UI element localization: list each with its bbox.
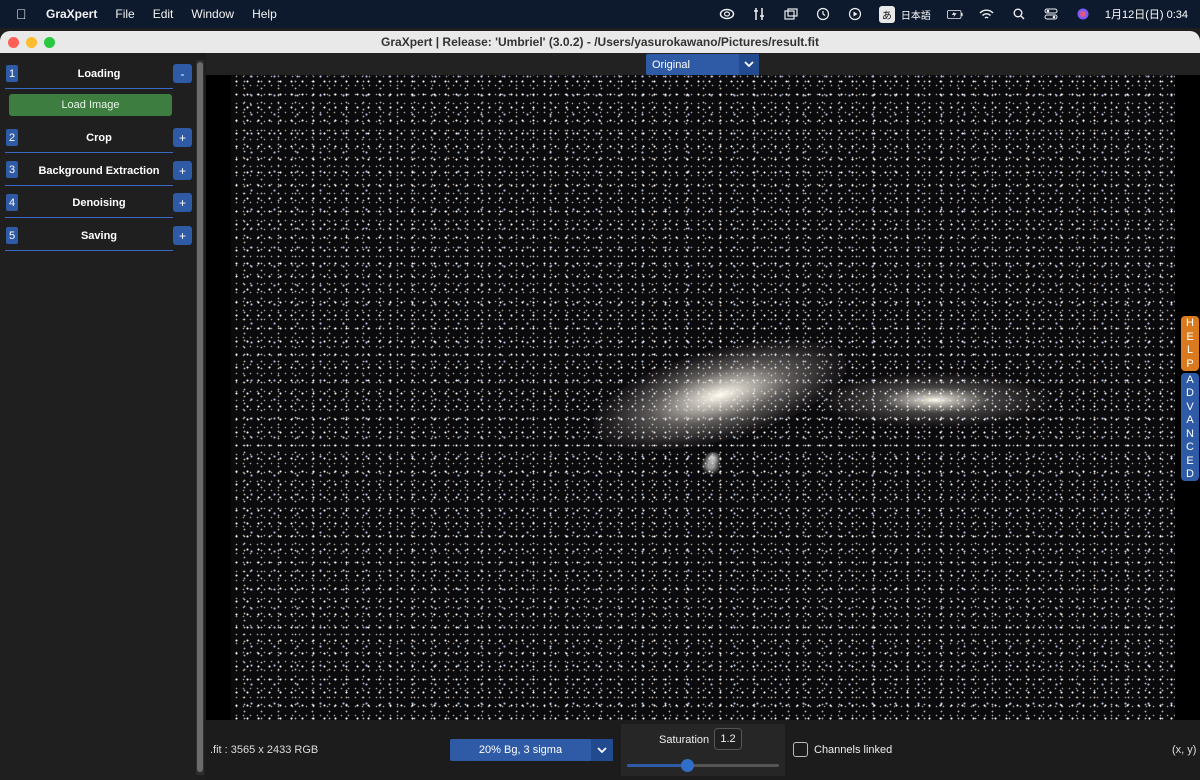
section-number: 2 bbox=[6, 129, 18, 146]
collapse-loading-button[interactable]: - bbox=[173, 64, 192, 83]
section-number: 5 bbox=[6, 227, 18, 244]
menu-edit[interactable]: Edit bbox=[153, 7, 174, 21]
zoom-window-button[interactable] bbox=[44, 37, 55, 48]
tab-letter: E bbox=[1186, 330, 1194, 343]
expand-denoising-button[interactable]: + bbox=[173, 193, 192, 212]
saturation-value[interactable]: 1.2 bbox=[714, 728, 742, 750]
window-controls bbox=[8, 37, 62, 48]
tab-letter: L bbox=[1186, 344, 1194, 357]
saturation-panel bbox=[621, 724, 785, 776]
chevron-down-icon[interactable] bbox=[739, 54, 759, 75]
file-info: .fit : 3565 x 2433 RGB bbox=[210, 744, 319, 756]
status-area: あ 日本語 1月12日(日) 0:34 bbox=[703, 5, 1188, 23]
section-title[interactable]: Loading bbox=[24, 68, 174, 80]
menu-help[interactable]: Help bbox=[252, 7, 277, 21]
channels-linked-label[interactable]: Channels linked bbox=[814, 744, 892, 756]
expand-saving-button[interactable]: + bbox=[173, 226, 192, 245]
section-title[interactable]: Denoising bbox=[24, 197, 174, 209]
section-number: 1 bbox=[6, 65, 18, 82]
tab-letter: V bbox=[1186, 400, 1194, 413]
section-divider bbox=[5, 88, 173, 89]
display-mode-select[interactable]: Original bbox=[646, 54, 759, 75]
sidebar bbox=[0, 53, 196, 780]
time-machine-icon[interactable] bbox=[815, 7, 831, 21]
section-divider bbox=[5, 152, 173, 153]
siri-icon[interactable] bbox=[1075, 7, 1091, 21]
advanced-tab[interactable]: ADVANCED bbox=[1181, 373, 1199, 481]
section-title[interactable]: Saving bbox=[24, 230, 174, 242]
stretch-select[interactable]: 20% Bg, 3 sigma bbox=[450, 739, 613, 761]
menubar:  GraXpert File Edit Window Help あ 日本語 bbox=[0, 0, 1200, 28]
minimize-window-button[interactable] bbox=[26, 37, 37, 48]
stretch-value: 20% Bg, 3 sigma bbox=[478, 744, 563, 756]
section-title[interactable]: Background Extraction bbox=[24, 165, 174, 177]
wifi-icon[interactable] bbox=[979, 7, 995, 21]
tools-icon[interactable] bbox=[751, 7, 767, 21]
expand-crop-button[interactable]: + bbox=[173, 128, 192, 147]
tab-letter: H bbox=[1186, 316, 1194, 329]
tab-letter: E bbox=[1186, 454, 1194, 467]
menu-file[interactable]: File bbox=[115, 7, 134, 21]
apple-icon[interactable]:  bbox=[16, 6, 32, 22]
control-center-icon[interactable] bbox=[1043, 7, 1059, 21]
close-window-button[interactable] bbox=[8, 37, 19, 48]
help-tab[interactable]: HELP bbox=[1181, 316, 1199, 371]
play-icon[interactable] bbox=[847, 7, 863, 21]
window-title: GraXpert | Release: 'Umbriel' (3.0.2) - … bbox=[381, 35, 819, 49]
clock[interactable]: 1月12日(日) 0:34 bbox=[1105, 6, 1188, 22]
tab-letter: N bbox=[1186, 427, 1194, 440]
window-titlebar: GraXpert | Release: 'Umbriel' (3.0.2) - … bbox=[0, 31, 1200, 53]
tab-letter: C bbox=[1186, 441, 1194, 454]
section-divider bbox=[5, 217, 173, 218]
load-image-button[interactable]: Load Image bbox=[9, 94, 172, 116]
chevron-down-icon[interactable] bbox=[591, 739, 613, 761]
sidebar-scrollbar[interactable] bbox=[196, 60, 204, 775]
scrollbar-thumb[interactable] bbox=[197, 62, 203, 772]
tab-letter: D bbox=[1186, 387, 1194, 400]
tab-letter: A bbox=[1186, 414, 1194, 427]
tab-letter: D bbox=[1186, 468, 1194, 481]
section-number: 4 bbox=[6, 194, 18, 211]
channels-linked-checkbox[interactable] bbox=[793, 742, 808, 757]
section-number: 3 bbox=[6, 161, 18, 178]
tab-letter: A bbox=[1186, 373, 1194, 386]
spotlight-search-icon[interactable] bbox=[1011, 7, 1027, 21]
menu-app-name[interactable]: GraXpert bbox=[46, 7, 97, 21]
display-mode-value: Original bbox=[652, 58, 690, 71]
input-language[interactable]: 日本語 bbox=[901, 7, 931, 22]
section-title[interactable]: Crop bbox=[24, 132, 174, 144]
battery-icon[interactable] bbox=[946, 7, 963, 21]
tab-letter: P bbox=[1186, 358, 1194, 371]
input-method-badge[interactable]: あ bbox=[878, 5, 895, 23]
section-divider bbox=[5, 250, 173, 251]
menu-window[interactable]: Window bbox=[191, 7, 234, 21]
cursor-coordinates: (x, y) bbox=[1172, 744, 1197, 756]
saturation-label: Saturation bbox=[659, 734, 710, 746]
expand-background-extraction-button[interactable]: + bbox=[173, 161, 192, 180]
companion-galaxy bbox=[705, 452, 721, 464]
creative-cloud-icon[interactable] bbox=[719, 7, 735, 21]
saturation-slider-fill bbox=[627, 764, 688, 767]
section-divider bbox=[5, 185, 173, 186]
windows-icon[interactable] bbox=[783, 7, 799, 21]
